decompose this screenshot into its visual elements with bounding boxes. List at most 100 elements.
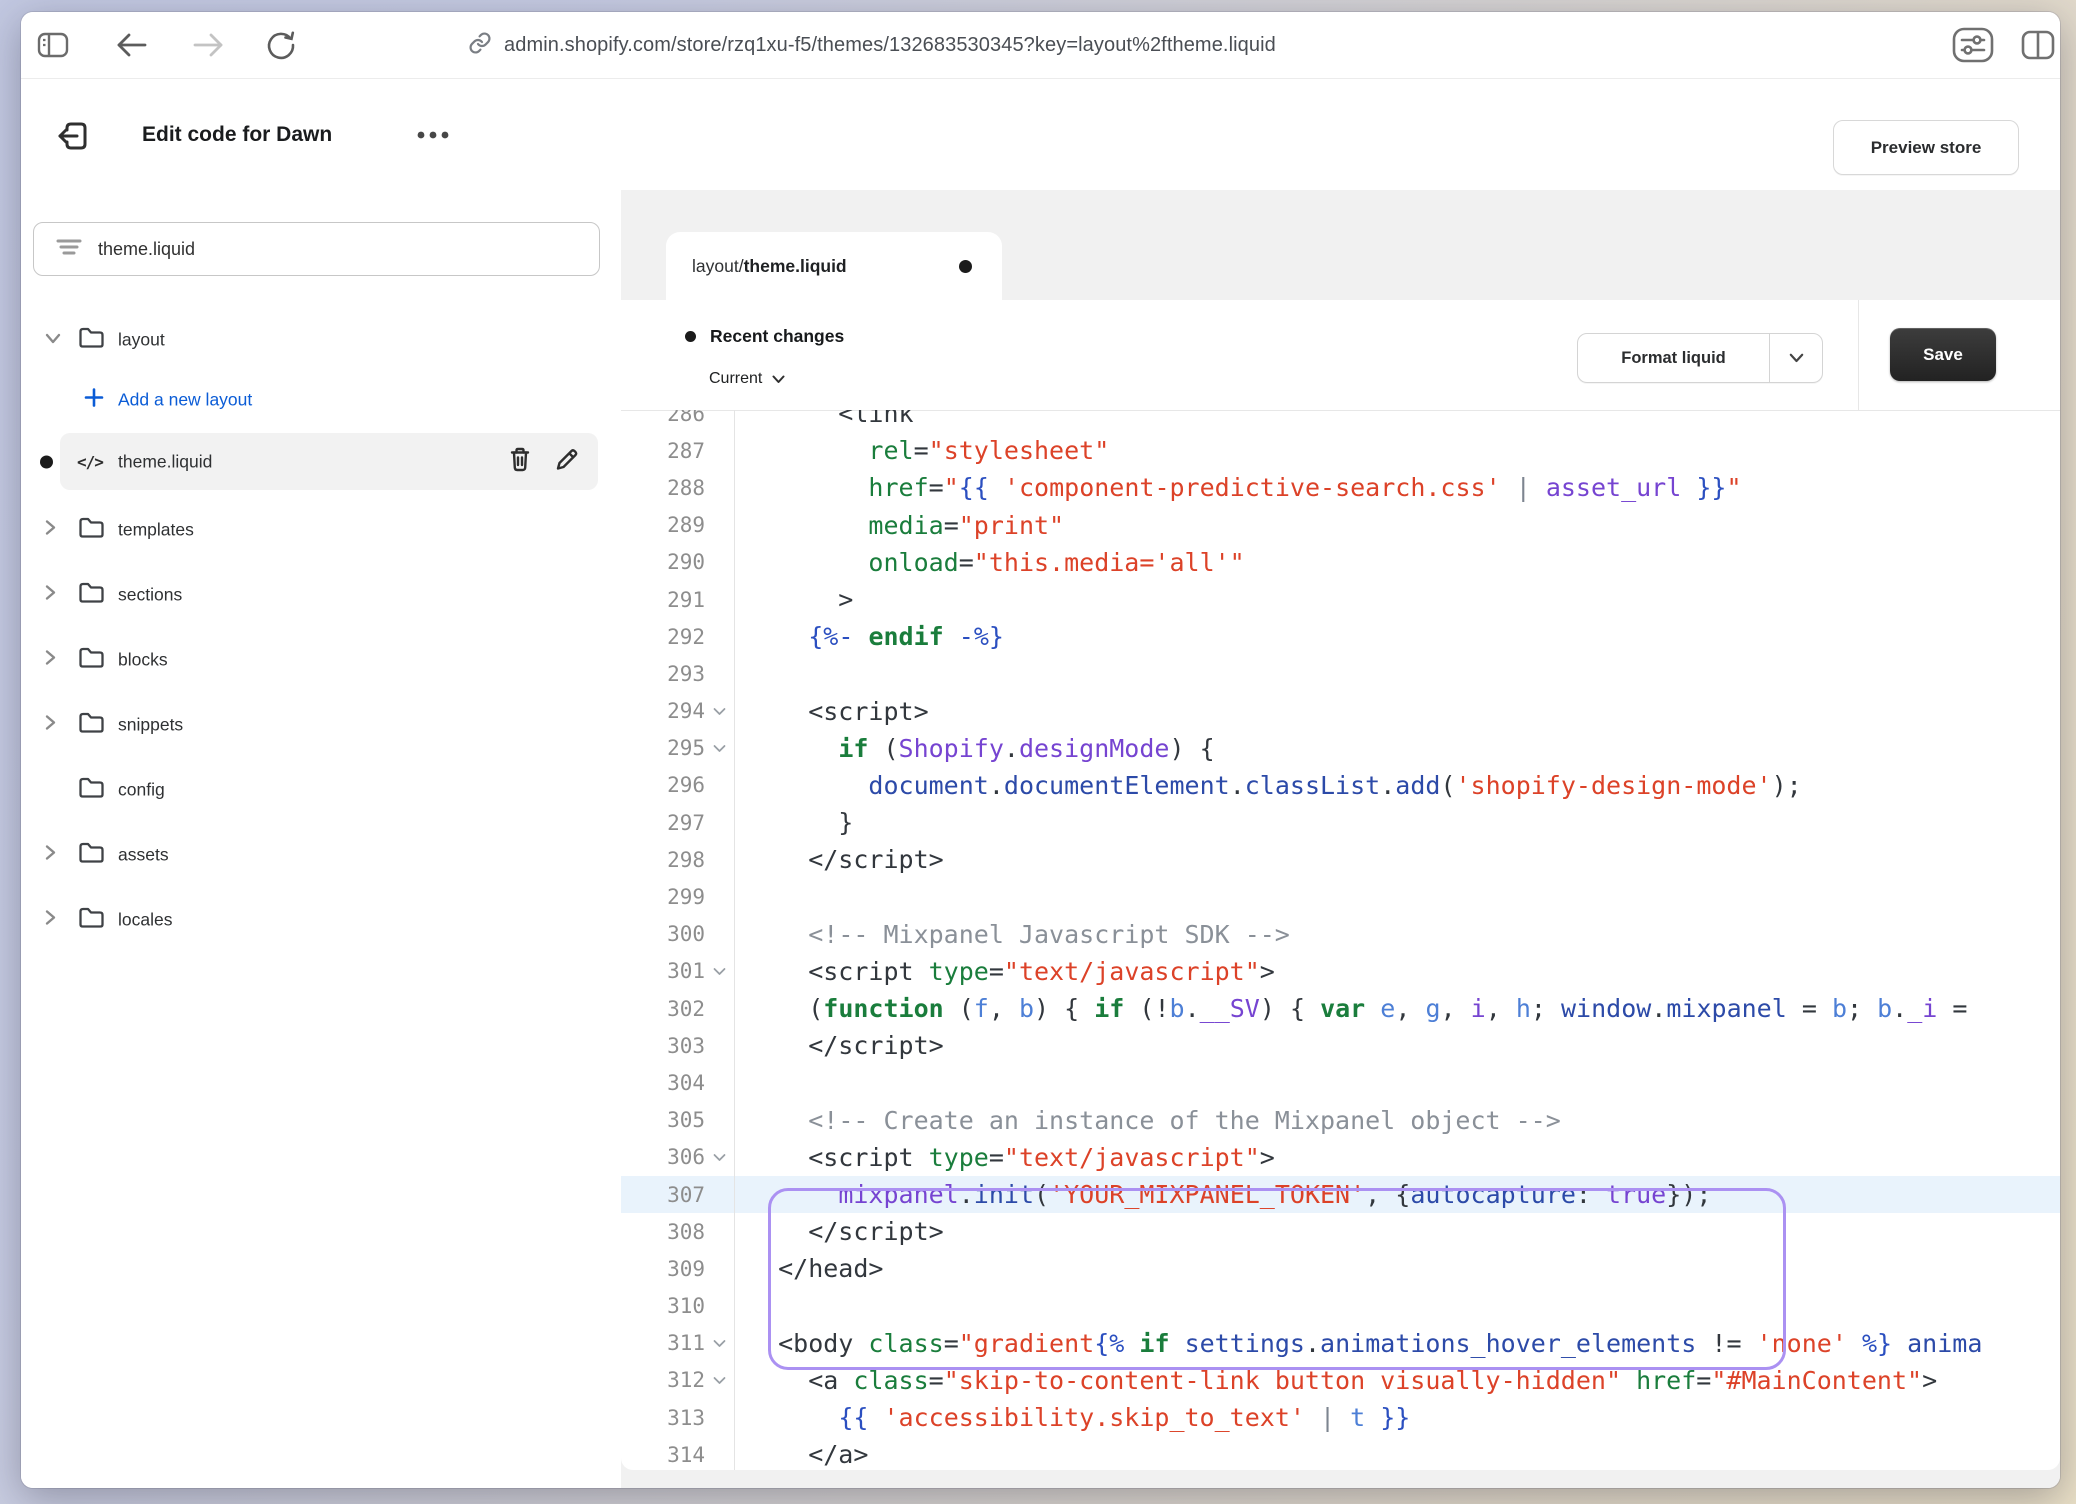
line-number: 314 <box>621 1436 735 1470</box>
file-search-input[interactable]: theme.liquid <box>33 222 600 276</box>
sidebar-item-snippets[interactable]: snippets <box>21 705 621 745</box>
sidebar-item-templates[interactable]: templates <box>21 510 621 550</box>
sidebar-item-layout[interactable]: layout <box>21 320 621 360</box>
code-line[interactable]: 294 <script> <box>621 693 2060 730</box>
line-number: 300 <box>621 916 735 953</box>
code-line[interactable]: 290 onload="this.media='all'" <box>621 544 2060 581</box>
url-bar[interactable]: admin.shopify.com/store/rzq1xu-f5/themes… <box>468 12 1276 78</box>
sidebar-item-theme-liquid[interactable]: </>theme.liquid <box>21 433 621 490</box>
fold-toggle[interactable] <box>708 1339 730 1348</box>
format-liquid-dropdown[interactable] <box>1770 334 1822 382</box>
code-line[interactable]: 293 <box>621 655 2060 692</box>
line-number: 288 <box>621 469 735 506</box>
exit-editor-button[interactable] <box>52 116 96 160</box>
line-number: 313 <box>621 1399 735 1436</box>
back-icon[interactable] <box>115 31 149 59</box>
folder-icon <box>78 777 105 799</box>
code-line[interactable]: 289 media="print" <box>621 507 2060 544</box>
preview-store-button[interactable]: Preview store <box>1833 120 2019 175</box>
reload-icon[interactable] <box>265 29 297 61</box>
line-number: 301 <box>621 953 735 990</box>
filter-icon <box>56 237 82 262</box>
line-number: 294 <box>621 693 735 730</box>
code-line[interactable]: 302 (function (f, b) { if (!b.__SV) { va… <box>621 990 2060 1027</box>
fold-chevron-icon <box>713 707 726 716</box>
code-line[interactable]: 314 </a> <box>621 1436 2060 1470</box>
code-line[interactable]: 313 {{ 'accessibility.skip_to_text' | t … <box>621 1399 2060 1436</box>
search-value: theme.liquid <box>98 239 195 260</box>
fold-toggle[interactable] <box>708 707 730 716</box>
line-number: 287 <box>621 432 735 469</box>
code-line[interactable]: 303 </script> <box>621 1027 2060 1064</box>
sidebar-item-blocks[interactable]: blocks <box>21 640 621 680</box>
line-number: 290 <box>621 544 735 581</box>
rename-file-button[interactable] <box>554 446 580 477</box>
code-line[interactable]: 298 </script> <box>621 841 2060 878</box>
code-line[interactable]: 304 <box>621 1064 2060 1101</box>
code-line[interactable]: 306 <script type="text/javascript"> <box>621 1139 2060 1176</box>
code-line[interactable]: 307 mixpanel.init('YOUR_MIXPANEL_TOKEN',… <box>621 1176 2060 1213</box>
split-view-icon[interactable] <box>2020 29 2056 61</box>
chevron-down-icon <box>772 375 785 384</box>
code-line[interactable]: 295 if (Shopify.designMode) { <box>621 730 2060 767</box>
line-number: 297 <box>621 804 735 841</box>
more-menu-button[interactable] <box>413 120 453 150</box>
code-line[interactable]: 299 <box>621 878 2060 915</box>
fold-toggle[interactable] <box>708 1376 730 1385</box>
line-number: 292 <box>621 618 735 655</box>
code-line[interactable]: 288 href="{{ 'component-predictive-searc… <box>621 469 2060 506</box>
chevron-down-icon <box>1789 353 1804 363</box>
code-line[interactable]: 311 <body class="gradient{% if settings.… <box>621 1325 2060 1362</box>
line-number: 306 <box>621 1139 735 1176</box>
version-dropdown[interactable]: Current <box>709 370 785 388</box>
line-number: 305 <box>621 1102 735 1139</box>
folder-icon <box>78 582 105 604</box>
fold-toggle[interactable] <box>708 744 730 753</box>
tune-icon[interactable] <box>1950 25 1996 65</box>
line-number: 295 <box>621 730 735 767</box>
fold-toggle[interactable] <box>708 1153 730 1162</box>
code-line[interactable]: 300 <!-- Mixpanel Javascript SDK --> <box>621 916 2060 953</box>
folder-icon <box>78 907 105 929</box>
line-number: 308 <box>621 1213 735 1250</box>
line-number: 293 <box>621 655 735 692</box>
code-line[interactable]: 296 document.documentElement.classList.a… <box>621 767 2060 804</box>
trash-icon <box>508 446 532 472</box>
code-line[interactable]: 292 {%- endif -%} <box>621 618 2060 655</box>
save-button[interactable]: Save <box>1890 328 1996 381</box>
sidebar-item-sections[interactable]: sections <box>21 575 621 615</box>
sidebar-item-locales[interactable]: locales <box>21 900 621 940</box>
format-liquid-button[interactable]: Format liquid <box>1577 333 1823 383</box>
code-editor[interactable]: 286 <link287 rel="stylesheet"288 href="{… <box>621 410 2060 1470</box>
line-number: 310 <box>621 1288 735 1325</box>
line-number: 289 <box>621 507 735 544</box>
code-line[interactable]: 286 <link <box>621 410 2060 432</box>
sidebar-toggle-icon[interactable] <box>37 31 69 59</box>
chevron-right-icon <box>44 714 56 732</box>
browser-toolbar: admin.shopify.com/store/rzq1xu-f5/themes… <box>21 12 2060 79</box>
sidebar-item-config[interactable]: config <box>21 770 621 810</box>
fold-toggle[interactable] <box>708 967 730 976</box>
folder-icon <box>78 327 105 349</box>
fold-chevron-icon <box>713 1376 726 1385</box>
code-line[interactable]: 309 </head> <box>621 1250 2060 1287</box>
code-line[interactable]: 291 > <box>621 581 2060 618</box>
folder-icon <box>78 517 105 539</box>
unsaved-indicator-dot <box>40 455 53 468</box>
chevron-right-icon <box>44 649 56 667</box>
line-number: 303 <box>621 1027 735 1064</box>
code-line[interactable]: 297 } <box>621 804 2060 841</box>
code-line[interactable]: 287 rel="stylesheet" <box>621 432 2060 469</box>
add-new-layout-link[interactable]: Add a new layout <box>21 380 621 420</box>
code-line[interactable]: 301 <script type="text/javascript"> <box>621 953 2060 990</box>
page-title: Edit code for Dawn <box>142 123 332 147</box>
code-line[interactable]: 312 <a class="skip-to-content-link butto… <box>621 1362 2060 1399</box>
code-line[interactable]: 308 </script> <box>621 1213 2060 1250</box>
folder-icon <box>78 647 105 669</box>
code-line[interactable]: 310 <box>621 1288 2060 1325</box>
forward-icon[interactable] <box>191 31 225 59</box>
code-line[interactable]: 305 <!-- Create an instance of the Mixpa… <box>621 1102 2060 1139</box>
tab-theme-liquid[interactable]: layout/theme.liquid <box>666 232 1002 300</box>
delete-file-button[interactable] <box>508 446 532 477</box>
sidebar-item-assets[interactable]: assets <box>21 835 621 875</box>
